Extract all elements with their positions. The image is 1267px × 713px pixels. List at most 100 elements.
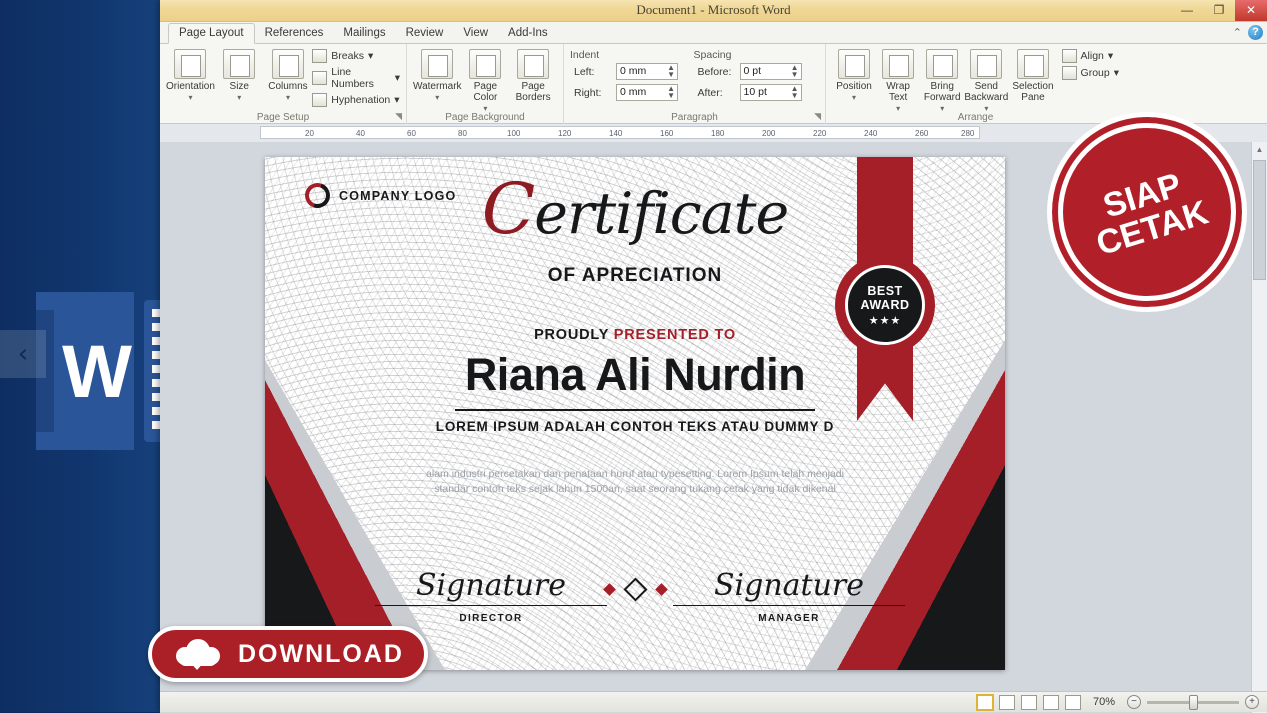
view-draft-button[interactable] <box>1064 694 1081 710</box>
minimize-button[interactable]: — <box>1171 0 1203 21</box>
help-icon[interactable]: ? <box>1248 25 1263 40</box>
spinner-down-icon[interactable]: ▼ <box>791 92 799 100</box>
tab-mailings[interactable]: Mailings <box>333 24 395 43</box>
zoom-level-label[interactable]: 70% <box>1093 696 1115 708</box>
ruler-tick: 80 <box>458 129 467 138</box>
siap-cetak-text: SIAP CETAK <box>1082 163 1213 263</box>
ribbon-group-paragraph: Indent Left: 0 mm ▲ ▼ Right: 0 mm ▲ ▼ Sp… <box>563 44 825 124</box>
view-outline-button[interactable] <box>1042 694 1059 710</box>
ruler-tick: 160 <box>660 129 674 138</box>
scroll-up-arrow-icon[interactable]: ▲ <box>1252 142 1267 158</box>
paragraph-dialog-launcher[interactable]: ◥ <box>814 111 821 122</box>
window-controls: — ❐ ✕ <box>1171 0 1267 22</box>
line-numbers-button[interactable]: Line Numbers ▾ <box>312 66 400 90</box>
siap-cetak-badge: SIAP CETAK <box>1047 112 1247 312</box>
tab-review[interactable]: Review <box>396 24 454 43</box>
group-label-arrange: Arrange <box>957 112 994 123</box>
view-print-layout-button[interactable] <box>975 693 994 711</box>
spinner-down-icon[interactable]: ▼ <box>791 71 799 79</box>
ruler-tick: 200 <box>762 129 776 138</box>
watermark-label: Watermark <box>413 81 462 92</box>
indent-left-field[interactable]: Left: 0 mm ▲ ▼ <box>570 63 694 80</box>
collapse-ribbon-icon[interactable]: ⌃ <box>1233 26 1242 39</box>
size-button[interactable]: Size ▾ <box>215 47 264 103</box>
spacing-after-input[interactable]: 10 pt ▲ ▼ <box>739 84 802 101</box>
orientation-label: Orientation <box>166 81 215 92</box>
title-bar: Document1 - Microsoft Word — ❐ ✕ <box>160 0 1267 22</box>
group-button[interactable]: Group ▾ <box>1061 66 1119 80</box>
tab-references[interactable]: References <box>255 24 334 43</box>
indent-right-field[interactable]: Right: 0 mm ▲ ▼ <box>570 84 694 101</box>
hyphenation-icon <box>312 93 328 107</box>
orientation-icon <box>174 49 207 79</box>
spacing-after-field[interactable]: After: 10 pt ▲ ▼ <box>694 84 819 101</box>
bring-forward-button[interactable]: Bring Forward ▾ <box>920 47 964 114</box>
document-page[interactable]: BEST AWARD ★★★ COMPANY LOGO Certificate … <box>265 157 1005 670</box>
columns-button[interactable]: Columns ▾ <box>264 47 313 103</box>
view-full-screen-reading-button[interactable] <box>998 694 1015 710</box>
page-setup-dialog-launcher[interactable]: ◥ <box>395 111 402 122</box>
signature-role-director: DIRECTOR <box>459 613 523 624</box>
spacing-before-field[interactable]: Before: 0 pt ▲ ▼ <box>694 63 819 80</box>
orientation-button[interactable]: Orientation ▾ <box>166 47 215 103</box>
spinner-down-icon[interactable]: ▼ <box>667 71 675 79</box>
ruler-tick: 40 <box>356 129 365 138</box>
align-button[interactable]: Align ▾ <box>1061 49 1119 63</box>
page-setup-small-buttons: Breaks ▾ Line Numbers ▾ Hyphenation ▾ <box>312 47 400 107</box>
breaks-button[interactable]: Breaks ▾ <box>312 49 400 63</box>
chevron-down-icon: ▾ <box>394 72 400 84</box>
diamond-small-left-icon <box>602 583 616 596</box>
send-backward-button[interactable]: Send Backward ▾ <box>964 47 1008 114</box>
indent-right-value: 0 mm <box>620 86 647 98</box>
indent-left-input[interactable]: 0 mm ▲ ▼ <box>616 63 678 80</box>
vertical-scrollbar[interactable]: ▲ <box>1251 142 1267 713</box>
close-button[interactable]: ✕ <box>1235 0 1267 21</box>
hyphenation-button[interactable]: Hyphenation ▾ <box>312 93 400 107</box>
restore-button[interactable]: ❐ <box>1203 0 1235 21</box>
tab-page-layout[interactable]: Page Layout <box>168 23 255 44</box>
nav-previous-arrow-icon[interactable]: ‹ <box>0 330 46 378</box>
page-borders-button[interactable]: Page Borders <box>509 47 557 103</box>
indent-left-value: 0 mm <box>620 65 647 77</box>
spacing-before-input[interactable]: 0 pt ▲ ▼ <box>739 63 802 80</box>
diamond-outline-icon <box>622 577 648 602</box>
breaks-label: Breaks <box>331 50 364 62</box>
ribbon-group-arrange: Position ▾ Wrap Text ▾ Bring Forward ▾ S… <box>825 44 1125 124</box>
chevron-down-icon: ▾ <box>435 93 440 102</box>
horizontal-ruler[interactable]: 20 40 60 80 100 120 140 160 180 200 220 … <box>260 126 980 139</box>
wrap-text-button[interactable]: Wrap Text ▾ <box>876 47 920 114</box>
scrollbar-thumb[interactable] <box>1253 160 1266 280</box>
view-web-layout-button[interactable] <box>1020 694 1037 710</box>
certificate-design: BEST AWARD ★★★ COMPANY LOGO Certificate … <box>265 157 1005 670</box>
watermark-button[interactable]: Watermark ▾ <box>413 47 462 103</box>
tab-view[interactable]: View <box>453 24 498 43</box>
signature-line-director <box>375 604 607 606</box>
certificate-tagline: LOREM IPSUM ADALAH CONTOH TEKS ATAU DUMM… <box>435 419 835 434</box>
align-label: Align <box>1080 50 1104 62</box>
watermark-icon <box>421 49 454 79</box>
selection-pane-button[interactable]: Selection Pane <box>1008 47 1057 103</box>
zoom-out-button[interactable]: − <box>1127 695 1141 709</box>
ruler-tick: 220 <box>813 129 827 138</box>
zoom-in-button[interactable]: + <box>1245 695 1259 709</box>
tab-add-ins[interactable]: Add-Ins <box>498 24 558 43</box>
download-button[interactable]: DOWNLOAD <box>148 626 428 682</box>
wrap-text-label: Wrap Text <box>886 81 910 103</box>
status-bar: 70% − + <box>160 691 1267 712</box>
indent-right-input[interactable]: 0 mm ▲ ▼ <box>616 84 678 101</box>
chevron-down-icon: ▾ <box>1107 50 1114 62</box>
breaks-icon <box>312 49 328 63</box>
bring-forward-label: Bring Forward <box>923 81 961 103</box>
ribbon-group-page-setup: Orientation ▾ Size ▾ Columns ▾ Breaks ▾ … <box>160 44 406 124</box>
ribbon: Orientation ▾ Size ▾ Columns ▾ Breaks ▾ … <box>160 44 1267 124</box>
chevron-down-icon: ▾ <box>394 94 400 106</box>
spacing-header: Spacing <box>693 49 732 61</box>
spinner-down-icon[interactable]: ▼ <box>667 92 675 100</box>
spacing-before-value: 0 pt <box>743 65 762 77</box>
position-button[interactable]: Position ▾ <box>832 47 876 103</box>
zoom-slider[interactable] <box>1147 694 1239 710</box>
zoom-slider-thumb[interactable] <box>1189 694 1198 710</box>
arrange-small-buttons: Align ▾ Group ▾ <box>1061 47 1119 80</box>
page-color-button[interactable]: Page Color ▾ <box>462 47 510 114</box>
diamond-small-right-icon <box>654 583 668 596</box>
